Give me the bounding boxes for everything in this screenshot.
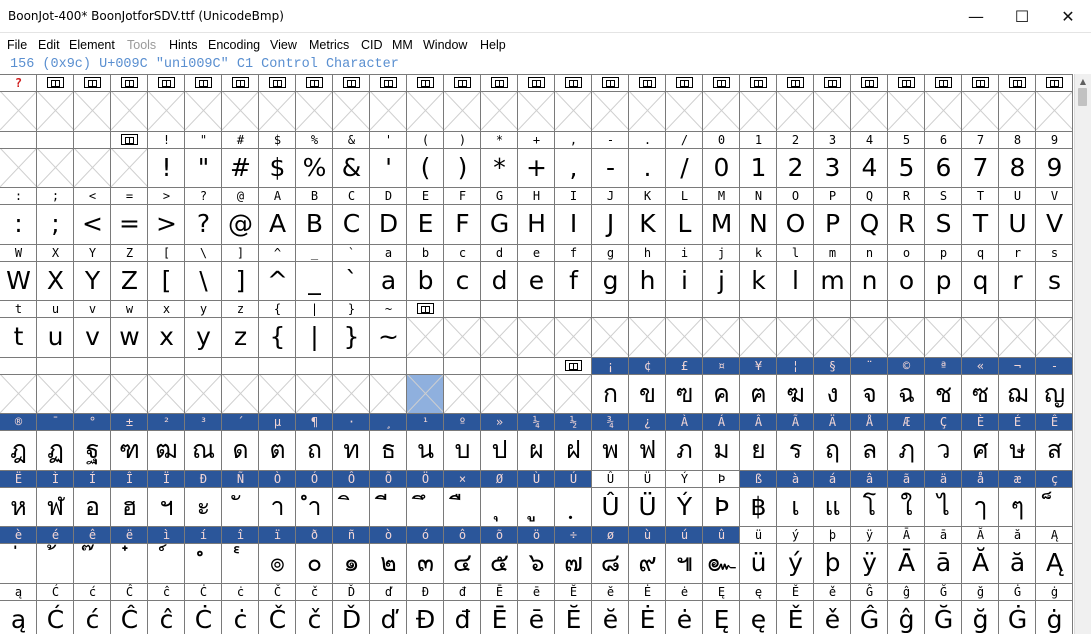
close-button[interactable]: ✕ <box>1045 0 1091 32</box>
glyph-info-line: 156 (0x9c) U+009C "uni009C" C1 Control C… <box>10 57 399 72</box>
menu-mm[interactable]: MM <box>392 38 413 52</box>
grid-lines <box>0 74 1073 634</box>
close-icon: ✕ <box>1061 6 1075 26</box>
menu-hints[interactable]: Hints <box>169 38 197 52</box>
window-title: BoonJot-400* BoonJotforSDV.ttf (UnicodeB… <box>8 9 284 23</box>
menu-cid[interactable]: CID <box>361 38 383 52</box>
scroll-up-icon[interactable]: ▲ <box>1075 74 1091 89</box>
title-bar: BoonJot-400* BoonJotforSDV.ttf (UnicodeB… <box>0 0 1091 33</box>
menu-element[interactable]: Element <box>69 38 115 52</box>
menu-file[interactable]: File <box>7 38 27 52</box>
minimize-button[interactable]: — <box>953 0 999 32</box>
menu-tools[interactable]: Tools <box>127 38 156 52</box>
maximize-button[interactable]: ☐ <box>999 0 1045 32</box>
menu-help[interactable]: Help <box>480 38 506 52</box>
menu-metrics[interactable]: Metrics <box>309 38 349 52</box>
menu-view[interactable]: View <box>270 38 297 52</box>
minimize-icon: — <box>968 6 984 26</box>
menu-encoding[interactable]: Encoding <box>208 38 260 52</box>
font-glyph-grid[interactable]: ?!! " " # # $ $%% & & ' '(()) * * + +,, - -.. //0 0 1 1 2 2 3 3 4… <box>0 74 1074 634</box>
scroll-thumb[interactable] <box>1078 88 1087 106</box>
maximize-icon: ☐ <box>1014 6 1030 26</box>
menu-edit[interactable]: Edit <box>38 38 60 52</box>
menu-bar: File Edit Element Tools Hints Encoding V… <box>0 34 1091 56</box>
vertical-scrollbar[interactable]: ▲ <box>1074 74 1091 634</box>
menu-window[interactable]: Window <box>423 38 467 52</box>
